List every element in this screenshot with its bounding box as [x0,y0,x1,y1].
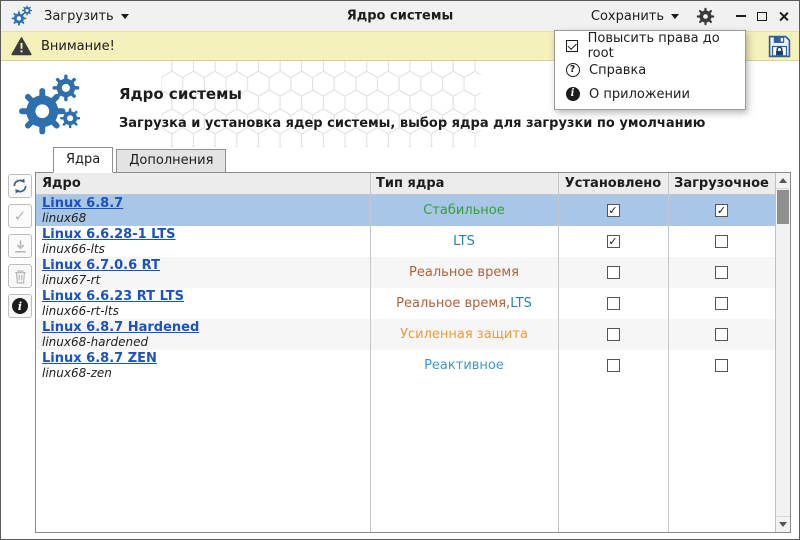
kernel-link[interactable]: Linux 6.8.7 Hardened [42,320,364,335]
help-circle-icon [565,63,580,77]
bootable-checkbox[interactable] [715,359,728,372]
tab-bar: Ядра Дополнения [1,147,799,172]
info-icon [12,298,28,314]
main-area: Ядро Тип ядра Установлено Загрузочное Li… [1,172,799,539]
kernel-id: linux66-rt-lts [42,304,364,318]
side-toolbar [5,172,35,533]
titlebar: Загрузить Ядро системы Сохранить [1,1,799,31]
column-header-installed[interactable]: Установлено [558,176,668,191]
menu-item-label: Справка [589,63,646,78]
menu-item-help[interactable]: Справка [555,58,745,82]
table-row[interactable]: Linux 6.8.7linux68 Стабильное ✓ ✓ [36,195,775,226]
bootable-checkbox[interactable] [715,328,728,341]
save-locked-floppy-icon[interactable] [767,34,792,59]
save-menu-button[interactable]: Сохранить [587,6,683,27]
installed-checkbox[interactable] [607,359,620,372]
table-row[interactable]: Linux 6.8.7 ZENlinux68-zen Реактивное [36,350,775,381]
kernel-type: LTS [370,226,558,257]
bootable-checkbox[interactable] [715,266,728,279]
warning-triangle-icon [11,36,32,57]
arrow-up-icon [779,178,787,183]
chevron-down-icon [121,14,129,19]
column-header-type[interactable]: Тип ядра [370,176,558,191]
kernel-id: linux66-lts [42,242,364,256]
menu-item-elevate-root[interactable]: Повысить права до root [555,34,745,58]
column-header-bootable[interactable]: Загрузочное [668,176,775,191]
info-circle-icon [565,87,580,101]
app-window: Загрузить Ядро системы Сохранить [0,0,800,540]
save-menu-label: Сохранить [591,9,664,24]
table-row[interactable]: Linux 6.6.28-1 LTSlinux66-lts LTS ✓ [36,226,775,257]
table-row[interactable]: Linux 6.8.7 Hardenedlinux68-hardened Усил… [36,319,775,350]
tab-kernels[interactable]: Ядра [53,147,113,173]
kernel-type: Стабильное [370,195,558,226]
kernel-id: linux68-hardened [42,335,364,349]
installed-checkbox[interactable]: ✓ [607,235,620,248]
menu-item-label: О приложении [589,87,690,102]
bootable-checkbox[interactable] [715,297,728,310]
gear-dropdown-menu: Повысить права до root Справка О приложе… [554,30,746,110]
vertical-scrollbar[interactable] [775,173,790,532]
download-icon [12,238,29,255]
delete-button[interactable] [8,264,32,288]
kernel-type: Реальное время [370,257,558,288]
kernel-link[interactable]: Linux 6.7.0.6 RT [42,258,364,273]
scroll-down-button[interactable] [776,516,790,532]
kernel-link[interactable]: Linux 6.6.23 RT LTS [42,289,364,304]
chevron-down-icon [671,14,679,19]
kernel-table: Ядро Тип ядра Установлено Загрузочное Li… [35,172,791,533]
table-body: Linux 6.8.7linux68Стабильное✓✓Linux 6.6.… [36,195,775,381]
load-menu-button[interactable]: Загрузить [40,6,133,27]
kernel-id: linux67-rt [42,273,364,287]
kernel-id: linux68 [42,211,364,225]
kernel-id: linux68-zen [42,366,364,380]
bootable-checkbox[interactable] [715,235,728,248]
apply-button[interactable] [8,204,32,228]
kernel-type: Усиленная защита [370,319,558,350]
app-gears-icon [11,5,33,27]
bootable-checkbox[interactable]: ✓ [715,204,728,217]
page-subtitle: Загрузка и установка ядер системы, выбор… [119,116,705,131]
scroll-up-button[interactable] [776,173,790,189]
menu-item-about[interactable]: О приложении [555,82,745,106]
scrollbar-thumb[interactable] [777,190,789,224]
apply-check-icon [14,209,27,224]
menu-item-label: Повысить права до root [588,31,735,61]
gear-menu-button[interactable] [696,7,715,26]
download-button[interactable] [8,234,32,258]
installed-checkbox[interactable]: ✓ [607,204,620,217]
load-menu-label: Загрузить [44,9,114,24]
kernel-link[interactable]: Linux 6.8.7 ZEN [42,351,364,366]
arrow-down-icon [779,522,787,527]
checkbox-checked-icon [565,40,579,52]
refresh-button[interactable] [8,174,32,198]
kernel-link[interactable]: Linux 6.6.28-1 LTS [42,227,364,242]
kernel-type: Реальное время, LTS [370,288,558,319]
gears-icon [17,73,83,137]
installed-checkbox[interactable] [607,297,620,310]
trash-icon [12,268,29,285]
installed-checkbox[interactable] [607,328,620,341]
kernel-link[interactable]: Linux 6.8.7 [42,196,364,211]
minimize-button[interactable] [736,15,746,17]
refresh-icon [11,177,29,195]
close-button[interactable] [778,11,789,22]
window-title: Ядро системы [347,9,454,24]
kernel-type: Реактивное [370,350,558,381]
table-row[interactable]: Linux 6.6.23 RT LTSlinux66-rt-lts Реально… [36,288,775,319]
column-header-kernel[interactable]: Ядро [36,176,370,191]
maximize-button[interactable] [757,12,767,21]
table-row[interactable]: Linux 6.7.0.6 RTlinux67-rt Реальное время [36,257,775,288]
tab-addons[interactable]: Дополнения [116,149,226,173]
warning-text: Внимание! [41,39,115,54]
installed-checkbox[interactable] [607,266,620,279]
info-button[interactable] [8,294,32,318]
table-header: Ядро Тип ядра Установлено Загрузочное [36,173,775,195]
